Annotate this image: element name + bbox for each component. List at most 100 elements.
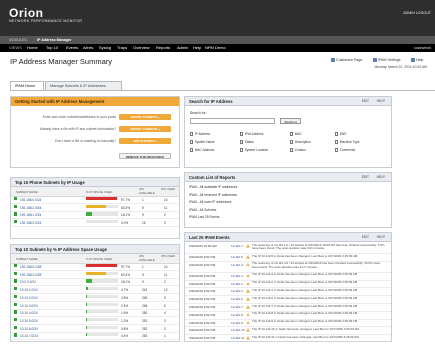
customize-page-link[interactable]: Customize Page <box>331 58 362 62</box>
table-row[interactable]: 10.10.1.0/24 4.7% 241 12 <box>11 287 179 295</box>
search-option-checkbox[interactable]: DNS <box>335 132 346 136</box>
search-input[interactable] <box>190 118 275 124</box>
event-ip-link[interactable]: 10.110.7 <box>231 305 243 309</box>
event-ip-link[interactable]: 10.110.2 <box>231 282 243 286</box>
report-link[interactable]: IPAM - All reserved IP addresses <box>189 193 237 197</box>
table-row[interactable]: 192.168.2.0/28 63.3% 5 11 <box>11 271 179 279</box>
table-row[interactable]: 10.10.4.0/24 1.6% 250 4 <box>11 310 179 318</box>
tab-manage-subnets[interactable]: Manage Subnets & IP Addresses <box>45 81 122 90</box>
nav-top10[interactable]: Top 10 <box>46 44 58 52</box>
table-row[interactable]: 192.168.2.0/24 63.3% 5 11 <box>11 204 179 212</box>
event-ip-link[interactable]: 10.110.8 <box>231 313 243 317</box>
subnet-name[interactable]: 10.0.0.0/24 <box>20 279 36 286</box>
usage-percent: 3.5% <box>121 295 129 300</box>
event-ip-link[interactable]: 10.110.1 <box>231 289 243 293</box>
event-message: The scanning of 10.110.1.0 / 24 started … <box>252 242 385 251</box>
table-header: SUBNET NAME % IP SPACE USED IPS AVAILABL… <box>11 187 179 197</box>
subnet-name[interactable]: 10.10.3.0/24 <box>20 303 38 310</box>
table-row[interactable]: 192.168.1.0/24 18.1% 9 2 <box>11 212 179 220</box>
nav-traps[interactable]: Traps <box>117 44 127 52</box>
import-subnets-button[interactable]: IMPORT SUBNETS » <box>119 126 171 132</box>
event-time: 3/22/2010 9:52 PM <box>189 255 216 259</box>
subnet-name[interactable]: 10.10.5.0/24 <box>20 318 38 325</box>
event-ip-link[interactable]: 10.110.6 <box>231 297 243 301</box>
orion-logo[interactable]: Orion NETWORK PERFORMANCE MONITOR <box>9 7 82 24</box>
nav-help[interactable]: Help <box>193 44 201 52</box>
add-subnets-button[interactable]: ADD SUBNETS » <box>119 138 171 144</box>
nav-npm-demo[interactable]: NPM Demo <box>205 44 226 52</box>
subnet-name[interactable]: 192.168.3.0/24 <box>20 220 41 227</box>
event-ip-link[interactable]: 10.110.5 <box>231 255 243 259</box>
edit-button[interactable]: EDIT <box>362 233 369 242</box>
usage-bar-fill <box>86 310 87 314</box>
edit-button[interactable]: EDIT <box>362 97 369 106</box>
subnet-name[interactable]: 192.168.2.0/28 <box>20 272 41 279</box>
report-link[interactable]: IPAM - All used IP addresses <box>189 200 231 204</box>
customize-page-label: Customize Page <box>336 58 363 62</box>
event-ip-link[interactable]: 10.110.3 <box>231 274 243 278</box>
search-option-checkbox[interactable]: IPv6 Address <box>240 132 263 136</box>
help-button[interactable]: HELP <box>377 233 385 242</box>
usage-percent: 2.4% <box>121 303 129 308</box>
table-row[interactable]: 10.10.2.0/24 3.5% 245 9 <box>11 294 179 302</box>
subnet-name[interactable]: 10.10.4.0/24 <box>20 310 38 317</box>
module-name[interactable]: IP Address Manager <box>37 36 71 44</box>
search-option-checkbox[interactable]: Description <box>290 140 311 144</box>
search-option-checkbox[interactable]: Comments <box>335 148 355 152</box>
table-row[interactable]: 192.168.0.0/28 97.7% 1 14 <box>11 264 179 271</box>
edit-button[interactable]: EDIT <box>362 173 369 182</box>
subnet-name[interactable]: 10.10.1.0/24 <box>20 287 38 294</box>
help-button[interactable]: HELP <box>377 173 385 182</box>
report-link[interactable]: IPAM - All Subnets <box>189 208 216 212</box>
define-subnets-button[interactable]: DEFINE SUBNETS » <box>119 114 171 120</box>
help-button[interactable]: HELP <box>377 97 385 106</box>
report-link[interactable]: IPAM Last 25 Events <box>189 215 220 219</box>
search-option-checkbox[interactable]: Status <box>240 140 254 144</box>
search-panel: Search for IP Address EDIT HELP Search f… <box>184 96 392 168</box>
subnet-name[interactable]: 10.10.6.0/24 <box>20 326 38 333</box>
ipam-settings-link[interactable]: IPAM Settings <box>373 58 401 62</box>
subnet-status-icon <box>14 310 18 314</box>
nav-events[interactable]: Events <box>66 44 78 52</box>
subnet-name[interactable]: 10.10.2.0/24 <box>20 295 38 302</box>
search-option-checkbox[interactable]: Contact <box>290 148 306 152</box>
table-row[interactable]: 10.10.6.0/24 0.8% 252 2 <box>11 325 179 333</box>
search-option-checkbox[interactable]: MAC <box>290 132 302 136</box>
subnet-name[interactable]: 192.168.2.0/24 <box>20 205 41 212</box>
ips-available: 241 <box>142 288 148 293</box>
nav-alerts[interactable]: Alerts <box>83 44 93 52</box>
search-option-checkbox[interactable]: System Location <box>240 148 268 152</box>
event-time: 3/22/2010 9:52 PM <box>189 320 216 325</box>
table-row[interactable]: 10.10.3.0/24 2.4% 248 6 <box>11 302 179 310</box>
report-link[interactable]: IPAM - All available IP addresses <box>189 185 237 189</box>
nav-home[interactable]: Home <box>27 44 38 52</box>
tab-ipam-home[interactable]: IPAM Home <box>10 81 44 90</box>
remove-resource-button[interactable]: REMOVE THIS RESOURCE <box>119 153 171 159</box>
table-row[interactable]: 10.0.0.0/24 18.1% 9 2 <box>11 279 179 287</box>
nav-overview[interactable]: Overview <box>133 44 150 52</box>
search-option-checkbox[interactable]: Machine Type <box>335 140 359 144</box>
event-ip-link[interactable]: 10.110.10 <box>231 328 245 332</box>
table-row[interactable]: 192.168.3.0/24 0.0% 16 0 <box>11 220 179 228</box>
nav-admin[interactable]: Admin <box>177 44 188 52</box>
table-row[interactable]: 10.10.5.0/24 1.2% 251 3 <box>11 317 179 325</box>
search-button[interactable]: SEARCH <box>280 118 301 124</box>
admin-logout-link[interactable]: ADMIN LOGOUT <box>403 11 431 15</box>
checkbox-icon <box>190 140 194 144</box>
search-option-checkbox[interactable]: MAC Address <box>190 148 214 152</box>
subnet-name[interactable]: 192.168.0.0/24 <box>20 197 41 204</box>
help-link[interactable]: Help <box>411 58 423 62</box>
table-row[interactable]: 192.168.0.0/24 97.7% 1 14 <box>11 197 179 204</box>
search-option-checkbox[interactable]: System Name <box>190 140 215 144</box>
search-option-label: System Location <box>244 148 269 152</box>
event-ip-link[interactable]: 10.110.9 <box>231 321 243 325</box>
event-ip-link[interactable]: 10.110.1 <box>231 244 243 248</box>
subnet-name[interactable]: 192.168.0.0/28 <box>20 264 41 271</box>
usage-bar-fill <box>86 204 107 208</box>
subnet-name[interactable]: 192.168.1.0/24 <box>20 212 41 219</box>
gs-row: Enter and order subnets/addresses to you… <box>11 112 179 122</box>
nav-syslog[interactable]: Syslog <box>99 44 111 52</box>
search-option-checkbox[interactable]: IP Address <box>190 132 210 136</box>
event-ip-link[interactable]: 10.110.4 <box>231 263 243 267</box>
nav-reports[interactable]: Reports <box>156 44 170 52</box>
